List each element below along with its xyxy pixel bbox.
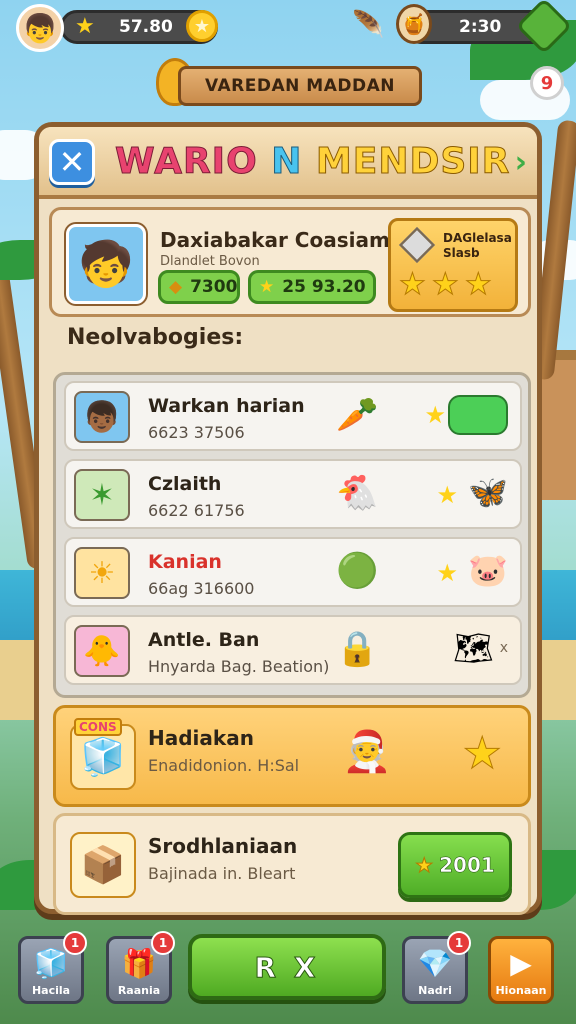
close-button[interactable]: ✕ bbox=[49, 139, 95, 185]
notification-badge: 1 bbox=[447, 931, 471, 955]
resource-pill-1: ◆ 7300 bbox=[158, 270, 240, 304]
rating-stars: ★ ★ ★ bbox=[399, 267, 493, 303]
star-icon: ★ bbox=[259, 277, 275, 297]
resource-pill-2: ★ 25 93.20 bbox=[248, 270, 376, 304]
friends-list: 👦🏾 Warkan harian 6623 37506 🥕 ★ ✶ Czlait… bbox=[53, 372, 531, 698]
notification-badge: 1 bbox=[151, 931, 175, 955]
panel-header: ✕ WARIO N MENDSIR › bbox=[39, 127, 537, 199]
player-avatar[interactable]: 👦 bbox=[16, 4, 64, 52]
diamond-icon bbox=[398, 226, 436, 264]
reward-icon[interactable]: ★ bbox=[424, 395, 508, 435]
rating-label: DAGlelasa Slasb bbox=[443, 231, 512, 260]
notification-badge: 1 bbox=[63, 931, 87, 955]
play-icon: ▶ bbox=[510, 947, 532, 980]
blob-icon: 🟢 bbox=[336, 551, 379, 591]
bird-icon: 🐥 bbox=[83, 633, 121, 669]
leaf-star-icon: ✶ bbox=[89, 477, 115, 513]
list-item[interactable]: 🐥 Antle. Ban Hnyarda Bag. Beation) 🔒 🗺 x bbox=[64, 615, 522, 685]
next-arrow-button[interactable]: › bbox=[515, 145, 527, 180]
profile-subtitle: Dlandlet Bovon bbox=[160, 254, 260, 269]
avatar: ☀ bbox=[74, 547, 130, 599]
feature-card-srodhlaniaan: 📦 Srodhlaniaan Bajinada in. Bleart ★ 200… bbox=[53, 813, 531, 915]
bottom-button-raania[interactable]: 🎁 Raania 1 bbox=[106, 931, 175, 1004]
avatar: 👦🏾 bbox=[74, 391, 130, 443]
bottom-button-hacila[interactable]: 🧊 Hacila 1 bbox=[18, 931, 87, 1004]
boy-icon: 👦 bbox=[22, 11, 58, 45]
close-icon: ✕ bbox=[58, 143, 86, 181]
list-item[interactable]: ✶ Czlaith 6622 61756 🐔 ★ 🦋 bbox=[64, 459, 522, 529]
gem-icon: 💎 bbox=[417, 947, 453, 980]
sun-icon: ☀ bbox=[88, 555, 116, 591]
feature-card-hadiakan[interactable]: 🧊 CONS Hadiakan Enadidonion. H:Sal 🧑‍🎄 ★ bbox=[53, 705, 531, 807]
box-icon: 📦 bbox=[80, 845, 126, 886]
coin-value: 57.80 bbox=[119, 17, 173, 37]
coins-badge: CONS bbox=[74, 718, 122, 736]
main-panel: ✕ WARIO N MENDSIR › 🧒 Daxiabakar Coasiam… bbox=[34, 122, 542, 915]
star-icon: ★ bbox=[431, 267, 459, 303]
cube-icon: 🧊 bbox=[33, 947, 69, 980]
turnip-icon: 🥕 bbox=[336, 395, 379, 435]
notification-badge[interactable]: 9 bbox=[530, 66, 564, 100]
panel-title: WARIO N MENDSIR bbox=[115, 141, 511, 183]
reward-icon[interactable]: ★ 🐷 bbox=[436, 551, 508, 589]
list-item[interactable]: 👦🏾 Warkan harian 6623 37506 🥕 ★ bbox=[64, 381, 522, 451]
list-item[interactable]: ☀ Kanian 66ag 316600 🟢 ★ 🐷 bbox=[64, 537, 522, 607]
gift-icon: 🎁 bbox=[121, 947, 157, 980]
chicken-icon: 🐔 bbox=[336, 473, 379, 513]
profile-card: 🧒 Daxiabakar Coasiam Dlandlet Bovon ◆ 73… bbox=[49, 207, 531, 317]
bottom-button-hionaan[interactable]: ▶ Hionaan bbox=[488, 936, 554, 1004]
gem-cube-icon: 🧊 bbox=[80, 737, 126, 778]
pot-icon: 🍯 bbox=[396, 4, 432, 44]
chevron-right-icon: › bbox=[514, 145, 527, 180]
timer-value: 2:30 bbox=[459, 17, 502, 37]
avatar: ✶ bbox=[74, 469, 130, 521]
section-label: Neolvabogies: bbox=[67, 325, 244, 350]
rating-card[interactable]: DAGlelasa Slasb ★ ★ ★ bbox=[388, 218, 518, 312]
center-play-button[interactable]: R X bbox=[188, 934, 386, 1000]
profile-avatar[interactable]: 🧒 bbox=[66, 224, 146, 304]
hut bbox=[536, 360, 576, 500]
star-icon: ★ bbox=[399, 267, 427, 303]
person-icon: 👦🏾 bbox=[83, 399, 121, 435]
character-icon: 🧑‍🎄 bbox=[342, 729, 392, 775]
star-icon: ★ bbox=[464, 267, 492, 303]
star-icon: ★ bbox=[186, 10, 218, 42]
map-icon[interactable]: 🗺 x bbox=[453, 629, 508, 667]
add-coins-button[interactable]: ★ bbox=[186, 10, 218, 42]
bottom-button-nadri[interactable]: 💎 Nadri 1 bbox=[402, 931, 471, 1004]
coin-bag-icon: ◆ bbox=[169, 277, 183, 297]
feather-icon[interactable]: 🪶 bbox=[352, 10, 384, 40]
star-icon: ★ bbox=[415, 853, 434, 878]
reward-icon[interactable]: ★ 🦋 bbox=[436, 473, 508, 511]
title-banner: VAREDAN MADDAN bbox=[178, 66, 422, 106]
claim-button[interactable]: ★ 2001 bbox=[398, 832, 512, 898]
person-icon: 🧒 bbox=[78, 239, 134, 290]
star-reward-icon[interactable]: ★ bbox=[462, 728, 502, 780]
star-icon: ★ bbox=[75, 14, 95, 39]
avatar: 🐥 bbox=[74, 625, 130, 677]
lock-box-icon: 🔒 bbox=[336, 629, 379, 669]
profile-name: Daxiabakar Coasiam bbox=[160, 228, 390, 252]
mystery-box: 📦 bbox=[70, 832, 136, 898]
